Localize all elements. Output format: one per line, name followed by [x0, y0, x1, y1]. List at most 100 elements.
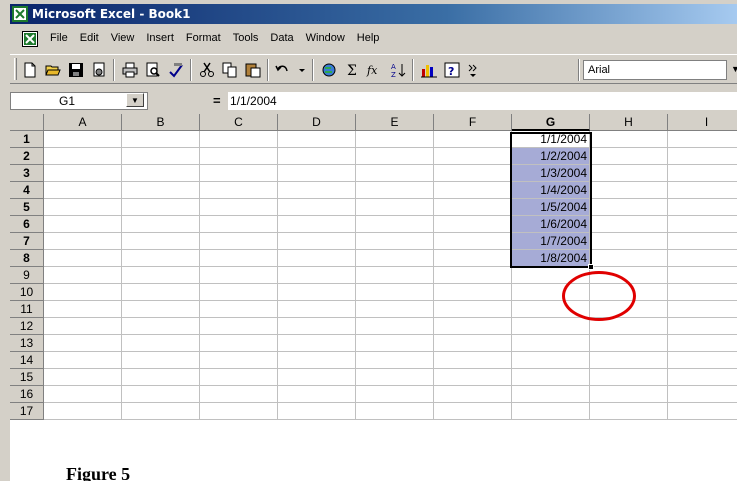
cell-d6[interactable]: [278, 216, 356, 233]
cell-e17[interactable]: [356, 403, 434, 420]
cell-i7[interactable]: [668, 233, 737, 250]
cell-h15[interactable]: [590, 369, 668, 386]
excel-app-icon[interactable]: [12, 6, 28, 22]
cell-a4[interactable]: [44, 182, 122, 199]
cell-b7[interactable]: [122, 233, 200, 250]
column-header-d[interactable]: D: [278, 114, 356, 131]
column-header-a[interactable]: A: [44, 114, 122, 131]
cell-i1[interactable]: [668, 131, 737, 148]
cell-b1[interactable]: [122, 131, 200, 148]
cell-c16[interactable]: [200, 386, 278, 403]
cell-b2[interactable]: [122, 148, 200, 165]
cell-f3[interactable]: [434, 165, 512, 182]
cell-c10[interactable]: [200, 284, 278, 301]
undo-icon[interactable]: [272, 60, 292, 80]
cell-i14[interactable]: [668, 352, 737, 369]
cell-h13[interactable]: [590, 335, 668, 352]
chevron-down-icon[interactable]: ▼: [731, 64, 737, 74]
cell-d4[interactable]: [278, 182, 356, 199]
cell-e6[interactable]: [356, 216, 434, 233]
column-header-c[interactable]: C: [200, 114, 278, 131]
cell-h7[interactable]: [590, 233, 668, 250]
sort-ascending-icon[interactable]: AZ: [388, 60, 408, 80]
cell-h6[interactable]: [590, 216, 668, 233]
cell-c4[interactable]: [200, 182, 278, 199]
cell-g7[interactable]: 1/7/2004: [512, 233, 590, 250]
cell-g14[interactable]: [512, 352, 590, 369]
cell-c12[interactable]: [200, 318, 278, 335]
cell-c14[interactable]: [200, 352, 278, 369]
row-header-8[interactable]: 8: [10, 250, 44, 267]
cell-c2[interactable]: [200, 148, 278, 165]
cell-c1[interactable]: [200, 131, 278, 148]
print-preview-icon[interactable]: [143, 60, 163, 80]
cell-i15[interactable]: [668, 369, 737, 386]
cell-f2[interactable]: [434, 148, 512, 165]
cell-d7[interactable]: [278, 233, 356, 250]
cell-a1[interactable]: [44, 131, 122, 148]
chart-wizard-icon[interactable]: [419, 60, 439, 80]
row-header-7[interactable]: 7: [10, 233, 44, 250]
undo-dropdown-icon[interactable]: [292, 60, 312, 80]
print-icon[interactable]: [120, 60, 140, 80]
cell-a3[interactable]: [44, 165, 122, 182]
column-header-f[interactable]: F: [434, 114, 512, 131]
cell-e8[interactable]: [356, 250, 434, 267]
column-header-b[interactable]: B: [122, 114, 200, 131]
cut-icon[interactable]: [197, 60, 217, 80]
cell-h4[interactable]: [590, 182, 668, 199]
cell-i17[interactable]: [668, 403, 737, 420]
cell-g11[interactable]: [512, 301, 590, 318]
cell-f1[interactable]: [434, 131, 512, 148]
title-bar[interactable]: Microsoft Excel - Book1: [10, 4, 737, 24]
cell-e9[interactable]: [356, 267, 434, 284]
cell-c3[interactable]: [200, 165, 278, 182]
cell-i2[interactable]: [668, 148, 737, 165]
cell-g13[interactable]: [512, 335, 590, 352]
workbook-icon[interactable]: [22, 31, 38, 47]
cell-f9[interactable]: [434, 267, 512, 284]
cell-d11[interactable]: [278, 301, 356, 318]
cell-d1[interactable]: [278, 131, 356, 148]
paste-icon[interactable]: [243, 60, 263, 80]
cell-b5[interactable]: [122, 199, 200, 216]
cell-b15[interactable]: [122, 369, 200, 386]
permission-icon[interactable]: [89, 60, 109, 80]
cell-h5[interactable]: [590, 199, 668, 216]
fill-handle[interactable]: [588, 264, 594, 270]
cell-d12[interactable]: [278, 318, 356, 335]
copy-icon[interactable]: [220, 60, 240, 80]
cell-i9[interactable]: [668, 267, 737, 284]
cell-b4[interactable]: [122, 182, 200, 199]
cell-g4[interactable]: 1/4/2004: [512, 182, 590, 199]
cell-a17[interactable]: [44, 403, 122, 420]
cell-h14[interactable]: [590, 352, 668, 369]
column-header-h[interactable]: H: [590, 114, 668, 131]
cell-e10[interactable]: [356, 284, 434, 301]
menu-format[interactable]: Format: [180, 32, 227, 44]
cell-d17[interactable]: [278, 403, 356, 420]
menu-tools[interactable]: Tools: [227, 32, 265, 44]
cell-b6[interactable]: [122, 216, 200, 233]
worksheet-grid[interactable]: A B C D E F G H I 1 1/1/2004 2 1/2/2004 3 1/3/2004 4 1/4…: [10, 114, 737, 481]
cell-f14[interactable]: [434, 352, 512, 369]
cell-h16[interactable]: [590, 386, 668, 403]
cell-h9[interactable]: [590, 267, 668, 284]
cell-g1[interactable]: 1/1/2004: [512, 131, 590, 148]
cell-f8[interactable]: [434, 250, 512, 267]
cell-b16[interactable]: [122, 386, 200, 403]
formula-equals-sign[interactable]: =: [213, 93, 221, 108]
cell-c13[interactable]: [200, 335, 278, 352]
column-header-e[interactable]: E: [356, 114, 434, 131]
menu-edit[interactable]: Edit: [74, 32, 105, 44]
row-header-6[interactable]: 6: [10, 216, 44, 233]
cell-i8[interactable]: [668, 250, 737, 267]
cell-f5[interactable]: [434, 199, 512, 216]
cell-b17[interactable]: [122, 403, 200, 420]
cell-d14[interactable]: [278, 352, 356, 369]
cell-i6[interactable]: [668, 216, 737, 233]
cell-a14[interactable]: [44, 352, 122, 369]
cell-b12[interactable]: [122, 318, 200, 335]
cell-e15[interactable]: [356, 369, 434, 386]
row-header-13[interactable]: 13: [10, 335, 44, 352]
